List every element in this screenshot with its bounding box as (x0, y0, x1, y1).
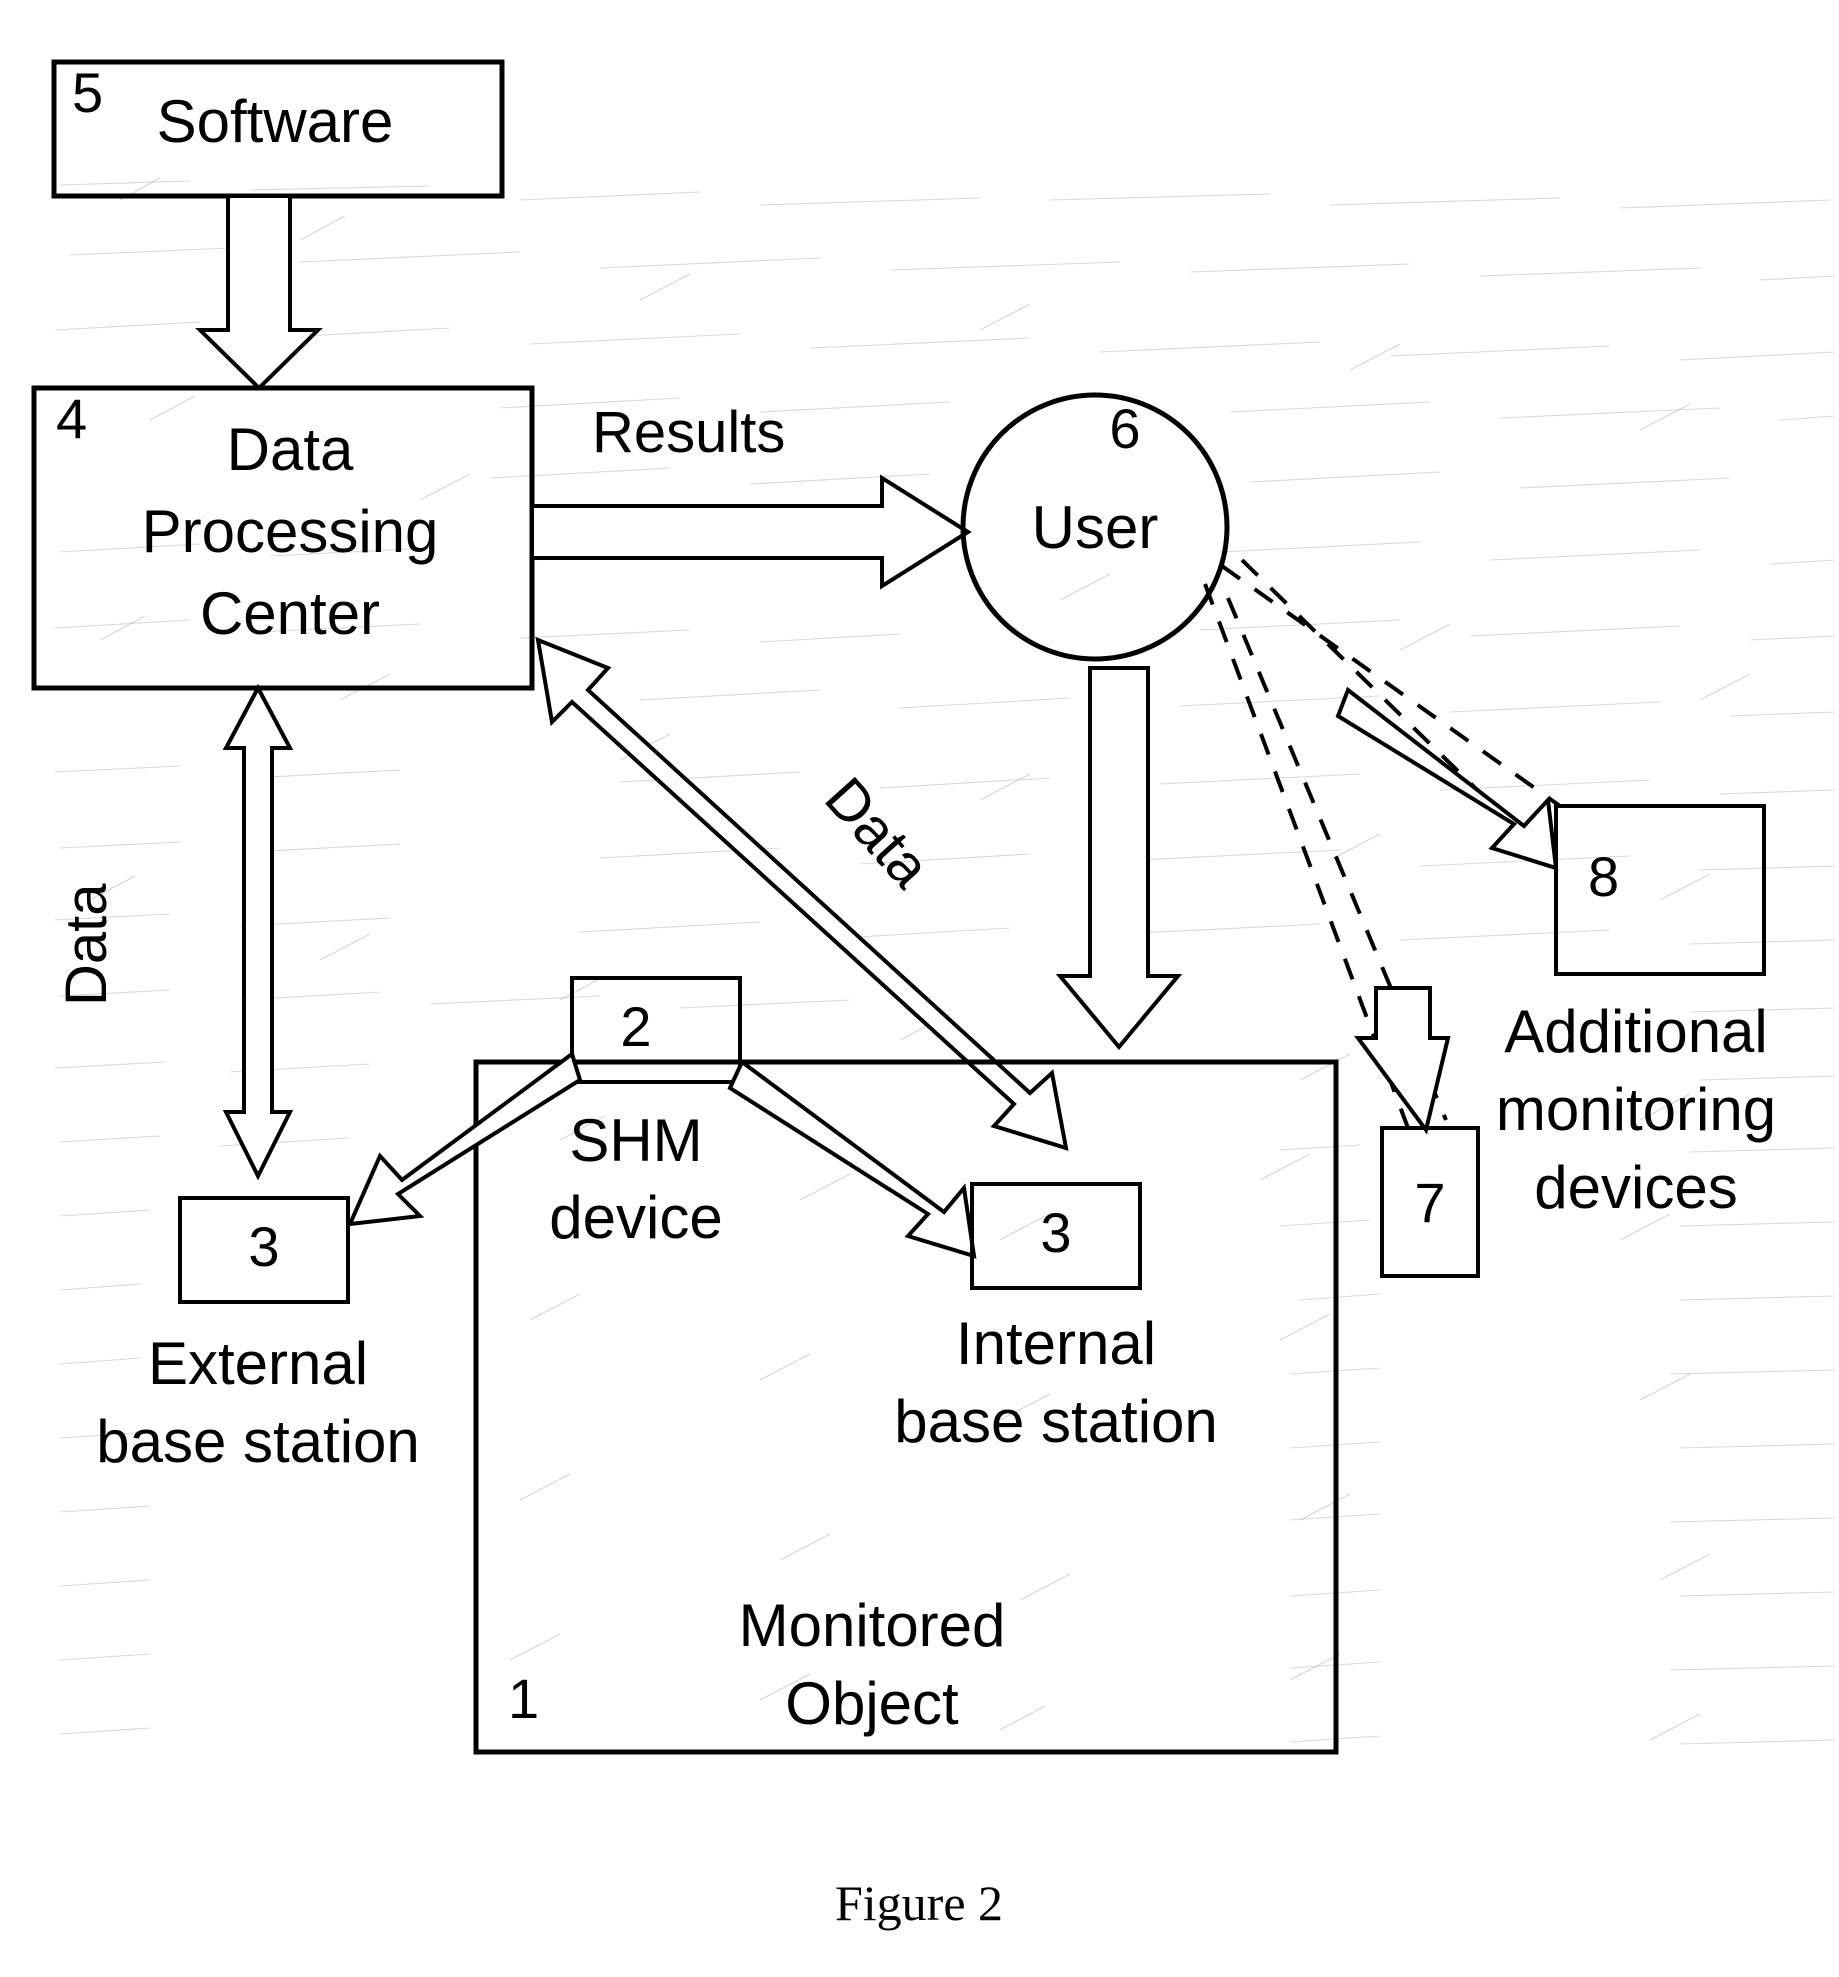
internal-base-caption-line1: Internal (956, 1310, 1156, 1377)
external-base-caption-line2: base station (96, 1408, 420, 1475)
shm-device-caption-line2: device (549, 1184, 722, 1251)
arrow-software-to-dpc (195, 194, 323, 391)
additional-device-8-ref-label: 8 (1588, 845, 1619, 908)
dpc-label-line3: Center (200, 580, 380, 647)
data-vertical-edge-label: Data (54, 883, 119, 1006)
monitored-object-label-line2: Object (785, 1670, 959, 1737)
monitored-object-ref-label: 1 (508, 1667, 539, 1730)
additional-device-7-ref-label: 7 (1414, 1171, 1445, 1234)
patent-figure: 5 Software 4 Data Processing Center Resu… (0, 0, 1839, 1977)
shm-device-ref-label: 2 (620, 995, 651, 1058)
shm-device-caption-line1: SHM (569, 1107, 702, 1174)
dpc-label-line1: Data (227, 416, 354, 483)
additional-devices-caption-line2: monitoring (1496, 1076, 1776, 1143)
scan-texture (54, 177, 1836, 1745)
arrow-shm-to-external-base (346, 1050, 583, 1227)
monitored-object-label-line1: Monitored (739, 1592, 1006, 1659)
arrow-shm-to-internal-base (727, 1058, 977, 1259)
internal-base-caption-line2: base station (894, 1388, 1218, 1455)
additional-devices-caption-line1: Additional (1504, 998, 1768, 1065)
figure-canvas: 5 Software 4 Data Processing Center Resu… (31, 59, 1836, 1931)
dpc-ref-label: 4 (56, 387, 87, 450)
arrow-user-to-device-7 (1354, 986, 1451, 1135)
arrow-results-dpc-to-user (530, 474, 972, 590)
arrow-data-dpc-to-external-base (222, 683, 294, 1181)
results-edge-label: Results (592, 400, 785, 465)
shm-device-box[interactable] (570, 976, 742, 1084)
user-ref-label: 6 (1109, 397, 1140, 460)
external-base-caption-line1: External (148, 1330, 368, 1397)
software-ref-label: 5 (72, 61, 103, 124)
software-label: Software (157, 88, 394, 155)
user-label: User (1032, 494, 1159, 561)
figure-caption: Figure 2 (835, 1875, 1003, 1931)
arrow-data-dpc-to-internal-base (535, 636, 1069, 1151)
internal-base-ref-label: 3 (1040, 1201, 1071, 1264)
additional-devices-caption-line3: devices (1534, 1154, 1737, 1221)
arrow-user-to-monitored-object (1055, 666, 1183, 1051)
dashed-link-user-to-device-8 (1220, 564, 1562, 808)
dpc-label-line2: Processing (142, 498, 439, 565)
external-base-ref-label: 3 (248, 1215, 279, 1278)
